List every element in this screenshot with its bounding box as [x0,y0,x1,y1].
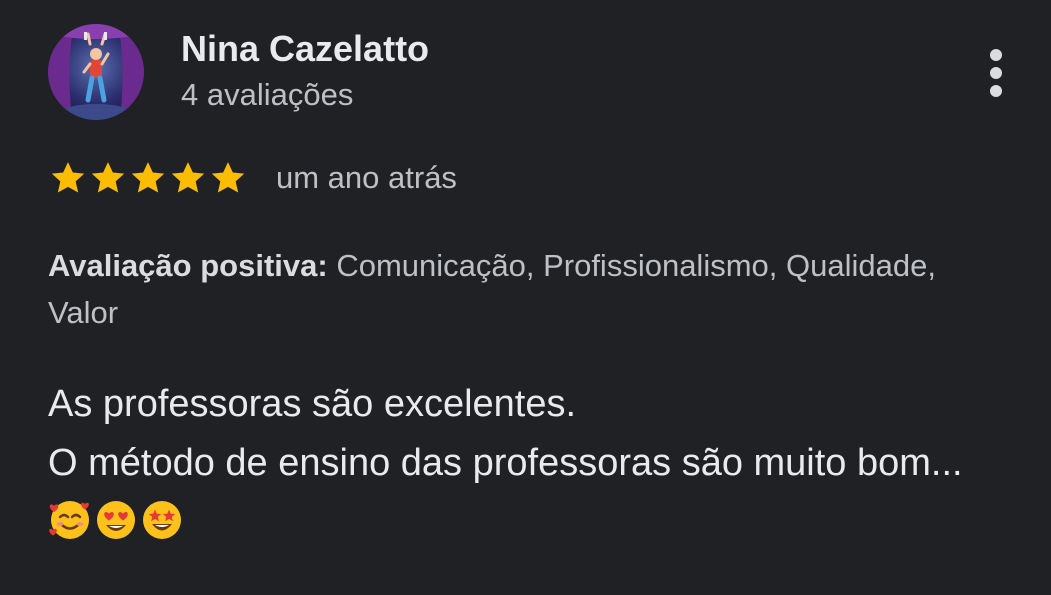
review-text-line: O método de ensino das professoras são m… [48,434,1008,552]
review-date: um ano atrás [276,160,457,195]
star-icon [211,162,245,193]
review-card: Nina Cazelatto 4 avaliações um ano atrás… [0,0,1051,595]
more-vertical-icon-dot [990,85,1002,97]
rating-row: um ano atrás [48,157,457,199]
more-vertical-icon-dot [990,49,1002,61]
star-icon [91,162,125,193]
star-struck-emoji-icon [143,501,181,539]
review-text-line: As professoras são excelentes. [48,383,577,425]
reviewer-review-count: 4 avaliações [181,77,354,112]
more-options-button[interactable] [973,46,1019,100]
performer-avatar-icon [48,24,144,120]
star-rating [48,158,248,198]
star-icon [131,162,165,193]
review-header: Nina Cazelatto 4 avaliações [48,24,1008,120]
heart-eyes-emoji-icon [97,501,135,539]
review-text-line-content: O método de ensino das professoras são m… [48,442,963,484]
review-body: As professoras são excelentes. O método … [48,375,1008,552]
positive-attributes: Avaliação positiva: Comunicação, Profiss… [48,242,948,336]
emoji-group [48,501,186,543]
star-icon [51,162,85,193]
star-icon [171,162,205,193]
more-vertical-icon-dot [990,67,1002,79]
avatar[interactable] [48,24,144,120]
attributes-label: Avaliação positiva: [48,248,328,283]
smiling-face-with-hearts-emoji-icon [49,501,89,539]
reviewer-name[interactable]: Nina Cazelatto [181,28,429,70]
